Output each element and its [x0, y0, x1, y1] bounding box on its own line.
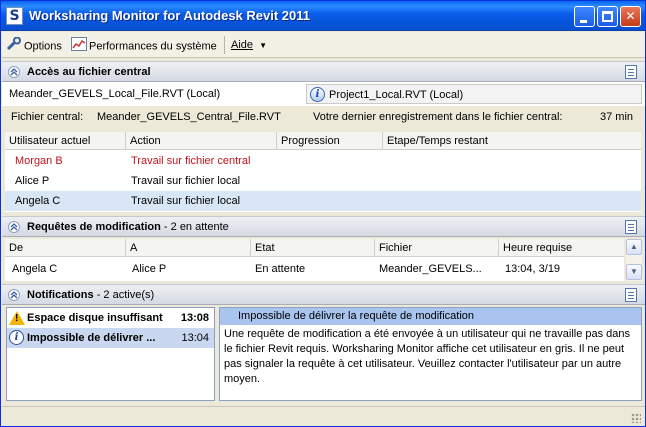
options-label: Options [24, 40, 62, 53]
column-header[interactable]: Etape/Temps restant [383, 132, 641, 150]
notification-list: Espace disque insuffisant 13:08 i Imposs… [6, 307, 215, 401]
column-header[interactable]: De [5, 239, 126, 257]
column-header[interactable]: Etat [251, 239, 375, 257]
column-header[interactable]: Heure requise [499, 239, 624, 257]
performance-button[interactable]: Performances du système [71, 37, 217, 53]
maximize-button[interactable] [597, 6, 618, 27]
action-cell: Travail sur fichier local [131, 195, 241, 207]
status-bar [2, 406, 645, 426]
detail-title: Impossible de délivrer la requête de mod… [220, 308, 641, 325]
table-row[interactable]: Morgan B Travail sur fichier central [5, 151, 641, 171]
app-window: S Worksharing Monitor for Autodesk Revit… [0, 0, 646, 427]
state-cell: En attente [255, 263, 306, 275]
requests-title: Requêtes de modification [27, 221, 161, 233]
app-icon[interactable]: S [6, 7, 23, 25]
action-cell: Travail sur fichier local [131, 175, 241, 187]
performance-label: Performances du système [89, 40, 217, 53]
collapse-button[interactable] [8, 66, 20, 78]
tab-project1[interactable]: i Project1_Local.RVT (Local) [306, 84, 642, 104]
requests-count: - 2 en attente [163, 221, 229, 233]
user-cell: Morgan B [15, 155, 63, 167]
central-file-value: Meander_GEVELS_Central_File.RVT [97, 111, 281, 123]
detail-body: Une requête de modification a été envoyé… [224, 328, 631, 385]
column-header[interactable]: Progression [277, 132, 383, 150]
user-cell: Alice P [15, 175, 50, 187]
time-cell: 13:04, 3/19 [505, 263, 561, 275]
column-header[interactable]: Utilisateur actuel [5, 132, 126, 150]
scroll-up-icon[interactable]: ▲ [626, 239, 642, 255]
action-cell: Travail sur fichier central [131, 155, 251, 167]
notification-time: 13:04 [181, 332, 209, 344]
chevron-up-icon [10, 68, 18, 76]
notifications-count: - 2 active(s) [96, 289, 155, 301]
notifications-title: Notifications [27, 289, 94, 301]
title-bar[interactable]: S Worksharing Monitor for Autodesk Revit… [1, 1, 645, 31]
maximize-icon [602, 11, 613, 22]
from-cell: Angela C [12, 263, 58, 275]
notifications-header: Notifications - 2 active(s) [2, 284, 645, 305]
notification-item[interactable]: i Impossible de délivrer ... 13:04 [7, 328, 214, 348]
help-label: Aide [231, 39, 254, 51]
document-icon[interactable] [625, 220, 637, 234]
section-title: Accès au fichier central [27, 66, 151, 78]
requests-header: Requêtes de modification - 2 en attente [2, 216, 645, 237]
requests-table: De A Etat Fichier Heure requise Angela C… [5, 239, 624, 281]
chevron-up-icon [10, 223, 18, 231]
minimize-icon [580, 20, 587, 23]
users-table: Utilisateur actuel Action Progression Et… [5, 132, 641, 212]
notification-time: 13:08 [180, 312, 209, 324]
minimize-button[interactable] [574, 6, 595, 27]
central-access-header: Accès au fichier central [2, 61, 645, 82]
info-icon: i [9, 330, 24, 345]
file-cell: Meander_GEVELS... [379, 263, 482, 275]
notification-detail: Impossible de délivrer la requête de mod… [219, 307, 642, 401]
to-cell: Alice P [132, 263, 167, 275]
info-icon: i [310, 87, 325, 102]
collapse-button[interactable] [8, 289, 20, 301]
section-title: Notifications - 2 active(s) [27, 289, 154, 301]
column-header[interactable]: Fichier [375, 239, 499, 257]
scroll-down-icon[interactable]: ▼ [626, 264, 642, 280]
column-header[interactable]: A [126, 239, 251, 257]
file-tabs: Meander_GEVELS_Local_File.RVT (Local) i … [2, 82, 645, 106]
help-menu[interactable]: Aide ▼ [231, 37, 267, 53]
central-file-info: Fichier central: Meander_GEVELS_Central_… [2, 107, 645, 129]
user-cell: Angela C [15, 195, 61, 207]
close-button[interactable]: ✕ [620, 6, 641, 27]
toolbar-divider [224, 36, 225, 54]
notification-item[interactable]: Espace disque insuffisant 13:08 [7, 308, 214, 328]
toolbar: Options Performances du système Aide ▼ [2, 32, 645, 58]
resize-grip-icon[interactable] [631, 413, 641, 423]
close-icon: ✕ [625, 9, 636, 23]
dropdown-arrow-icon: ▼ [259, 41, 268, 50]
chart-icon [71, 37, 87, 56]
table-row[interactable]: Alice P Travail sur fichier local [5, 171, 641, 191]
column-header[interactable]: Action [126, 132, 277, 150]
tab-local-file[interactable]: Meander_GEVELS_Local_File.RVT (Local) [5, 84, 301, 104]
central-file-label: Fichier central: [11, 111, 84, 123]
window-title: Worksharing Monitor for Autodesk Revit 2… [29, 8, 310, 23]
table-row[interactable]: Angela C Travail sur fichier local [5, 191, 641, 211]
document-icon[interactable] [625, 65, 637, 79]
last-save-value: 37 min [600, 111, 634, 123]
requests-scrollbar[interactable]: ▲ ▼ [626, 239, 642, 281]
document-icon[interactable] [625, 288, 637, 302]
wrench-icon [6, 36, 22, 56]
table-header: Utilisateur actuel Action Progression Et… [5, 132, 641, 150]
options-button[interactable]: Options [6, 36, 62, 56]
tab-label: Project1_Local.RVT (Local) [329, 89, 464, 101]
notification-label: Espace disque insuffisant [27, 312, 163, 324]
table-header: De A Etat Fichier Heure requise [5, 239, 624, 257]
collapse-button[interactable] [8, 221, 20, 233]
chevron-up-icon [10, 291, 18, 299]
warning-icon [9, 311, 25, 325]
section-title: Requêtes de modification - 2 en attente [27, 221, 229, 233]
last-save-label: Votre dernier enregistrement dans le fic… [313, 111, 563, 123]
notification-label: Impossible de délivrer ... [27, 332, 156, 344]
table-row[interactable]: Angela C Alice P En attente Meander_GEVE… [5, 259, 624, 279]
